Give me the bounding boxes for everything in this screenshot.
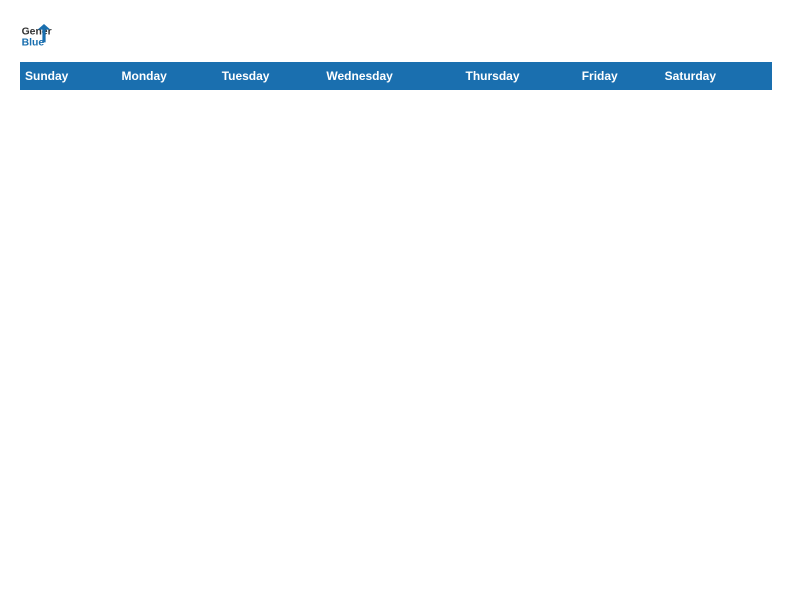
logo: General Blue <box>20 20 52 52</box>
page-header: General Blue <box>20 20 772 52</box>
svg-text:Blue: Blue <box>22 38 45 49</box>
weekday-header-sunday: Sunday <box>21 63 118 90</box>
weekday-header-friday: Friday <box>577 63 660 90</box>
logo-icon: General Blue <box>20 20 52 52</box>
weekday-header-saturday: Saturday <box>660 63 771 90</box>
weekday-header-thursday: Thursday <box>461 63 577 90</box>
calendar-table: SundayMondayTuesdayWednesdayThursdayFrid… <box>20 62 772 90</box>
weekday-header-wednesday: Wednesday <box>322 63 461 90</box>
weekday-header-tuesday: Tuesday <box>217 63 322 90</box>
weekday-header-monday: Monday <box>117 63 217 90</box>
weekday-header-row: SundayMondayTuesdayWednesdayThursdayFrid… <box>21 63 772 90</box>
